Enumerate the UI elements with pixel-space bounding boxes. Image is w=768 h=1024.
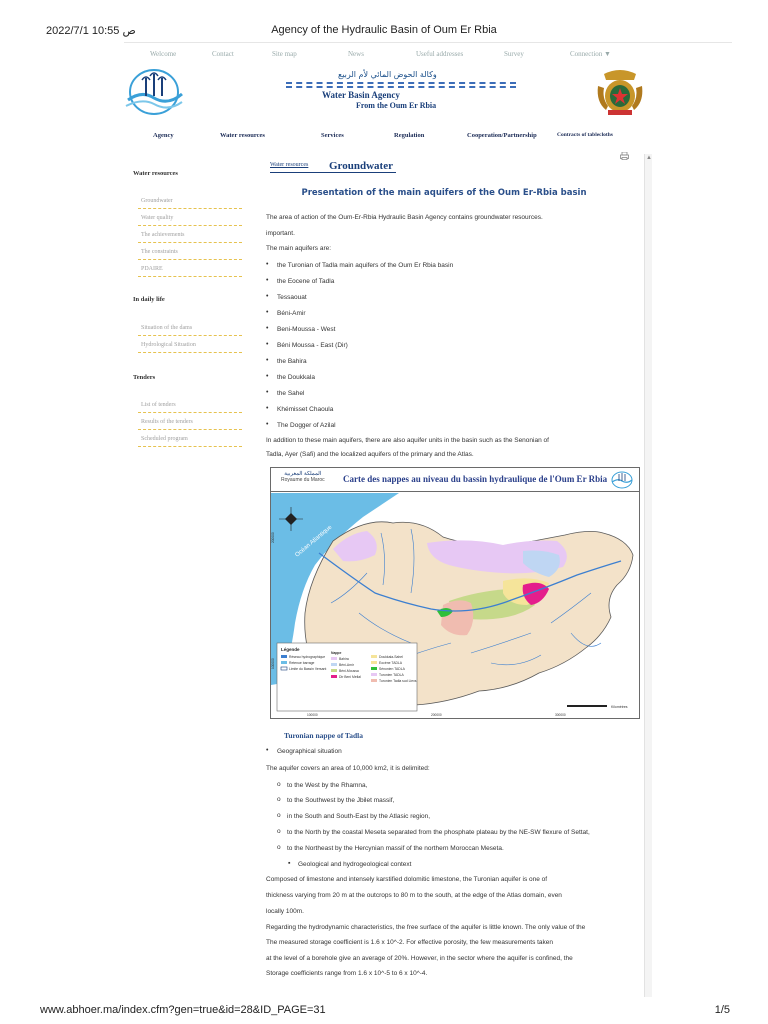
sidebar-item-dams[interactable]: Situation of the dams <box>138 322 242 336</box>
main-navigation: Agency Water resources Services Regulati… <box>124 128 644 142</box>
composed-text-end: locally 100m. <box>266 908 304 915</box>
sidebar-heading-tenders: Tenders <box>133 374 156 381</box>
mainnav-regulation[interactable]: Regulation <box>394 132 424 139</box>
content-scrollbar[interactable]: ▲ <box>644 154 652 997</box>
print-url: www.abhoer.ma/index.cfm?gen=true&id=28&I… <box>40 1004 326 1016</box>
breadcrumb[interactable]: Water resources <box>270 162 308 168</box>
sidebar-item-results-tenders[interactable]: Results of the tenders <box>138 416 242 430</box>
hydrodynamic-text-3: at the level of a borehole give an avera… <box>266 955 573 962</box>
sidebar-item-hydrological[interactable]: Hydrological Situation <box>138 339 242 353</box>
addition-text-continued: Tadla, Ayer (Safi) and the localized aqu… <box>266 451 474 458</box>
legend-item: Limite du Bassin Versant <box>289 667 326 671</box>
mainnav-services[interactable]: Services <box>321 132 344 139</box>
topnav-site-map[interactable]: Site map <box>272 50 297 58</box>
intro-text-continued: important. <box>266 230 295 237</box>
legend-item: Nappe <box>331 651 341 655</box>
agency-subname: From the Oum Er Rbia <box>356 101 437 110</box>
legend-item: Turonien Tadla sud Liexs <box>379 679 417 683</box>
topnav-news[interactable]: News <box>348 50 364 58</box>
printer-icon[interactable] <box>620 152 629 160</box>
header-ribbon <box>286 82 516 88</box>
legend-item: Béni-Amir <box>339 663 355 667</box>
agency-logo-small-icon <box>611 471 633 489</box>
intro-text: The area of action of the Oum-Er-Rbia Hy… <box>266 214 543 221</box>
legend-item: Sénonien TADLA <box>379 667 406 671</box>
map-title: Carte des nappes au niveau du bassin hyd… <box>343 474 608 484</box>
sidebar-heading-water-resources: Water resources <box>133 170 178 177</box>
aquifer-map: المملكة المغربية Royaume du Maroc Carte … <box>270 467 640 719</box>
addition-text: In addition to these main aquifers, ther… <box>266 437 549 444</box>
topnav-connection[interactable]: Connection ▼ <box>570 50 611 58</box>
print-page-number: 1/5 <box>714 1004 730 1016</box>
mainnav-agency[interactable]: Agency <box>153 132 174 139</box>
sidebar-item-achievements[interactable]: The achievements <box>138 229 242 243</box>
section-heading: Presentation of the main aquifers of the… <box>301 188 587 198</box>
map-axis-label: 100000 <box>271 658 275 669</box>
sidebar-heading-daily-life: In daily life <box>133 296 165 303</box>
hydrodynamic-text-2: The measured storage coefficient is 1.6 … <box>266 939 554 946</box>
mainnav-water-resources[interactable]: Water resources <box>220 132 265 139</box>
sidebar-item-groundwater[interactable]: Groundwater <box>138 195 242 209</box>
hydrodynamic-text: Regarding the hydrodynamic characteristi… <box>266 924 586 931</box>
scroll-up-arrow-icon[interactable]: ▲ <box>646 155 652 161</box>
map-axis-label: 200000 <box>431 713 442 717</box>
map-axis-label: 300000 <box>555 713 566 717</box>
sidebar-item-constraints[interactable]: The constraints <box>138 246 242 260</box>
legend-item: Dir Beni Mellal <box>339 675 361 679</box>
agency-logo[interactable] <box>124 66 184 122</box>
map-kingdom-french: Royaume du Maroc <box>281 477 325 483</box>
mainnav-cooperation[interactable]: Cooperation/Partnership <box>467 132 537 139</box>
top-navigation: Welcome Contact Site map News Useful add… <box>138 50 638 62</box>
area-text: The aquifer covers an area of 10,000 km2… <box>266 765 430 772</box>
coat-of-arms-icon <box>597 70 643 115</box>
topnav-survey[interactable]: Survey <box>504 50 524 58</box>
map-kingdom-label: المملكة المغربية Royaume du Maroc <box>281 471 325 483</box>
topnav-contact[interactable]: Contact <box>212 50 234 58</box>
title-underline <box>270 172 396 173</box>
sidebar-item-scheduled-program[interactable]: Scheduled program <box>138 433 242 447</box>
legend-item: Réseau hydrographique <box>289 655 325 659</box>
legend-item: Doukkala-Sahel <box>379 655 403 659</box>
map-axis-label: 200000 <box>271 532 275 543</box>
map-scale-label: Kilomètres <box>611 705 628 709</box>
agency-name: Water Basin Agency <box>322 90 400 100</box>
legend-item: Eocène TADLA <box>379 661 403 665</box>
hydrodynamic-text-4: Storage coefficients range from 1.6 x 10… <box>266 970 428 977</box>
page-title: Groundwater <box>329 160 393 172</box>
legend-item: Béni-Moussa <box>339 669 359 673</box>
topnav-useful-addresses[interactable]: Useful addresses <box>416 50 463 58</box>
sidebar-item-water-quality[interactable]: Water quality <box>138 212 242 226</box>
legend-item: Turonien TADLA <box>379 673 405 677</box>
subsection-heading: Turonian nappe of Tadla <box>284 731 364 740</box>
mainnav-contracts[interactable]: Contracts of tablecloths <box>557 132 613 138</box>
composed-text-continued: thickness varying from 20 m at the outcr… <box>266 892 562 899</box>
print-header: 2022/7/1 10:55 ص Agency of the Hydraulic… <box>0 24 768 40</box>
legend-item: Retenue barrage <box>289 661 315 665</box>
map-scale-bar <box>567 705 607 707</box>
map-header: المملكة المغربية Royaume du Maroc Carte … <box>271 468 639 492</box>
composed-text: Composed of limestone and intensely kars… <box>266 876 548 883</box>
map-axis-label: 100000 <box>307 713 318 717</box>
map-legend-title: Légende <box>281 647 300 652</box>
sidebar-item-list-tenders[interactable]: List of tenders <box>138 399 242 413</box>
topnav-welcome[interactable]: Welcome <box>150 50 176 58</box>
print-title: Agency of the Hydraulic Basin of Oum Er … <box>271 24 497 36</box>
legend-item: Bahira <box>339 657 349 661</box>
agency-arabic-name: وكالة الحوض المائي لأم الربيع <box>338 70 437 79</box>
sidebar-item-pdaire[interactable]: PDAIRE <box>138 263 242 277</box>
aquifers-intro: The main aquifers are: <box>266 245 332 252</box>
map-canvas: Océan Atlantique Légende Réseau hydrogra… <box>271 493 639 718</box>
